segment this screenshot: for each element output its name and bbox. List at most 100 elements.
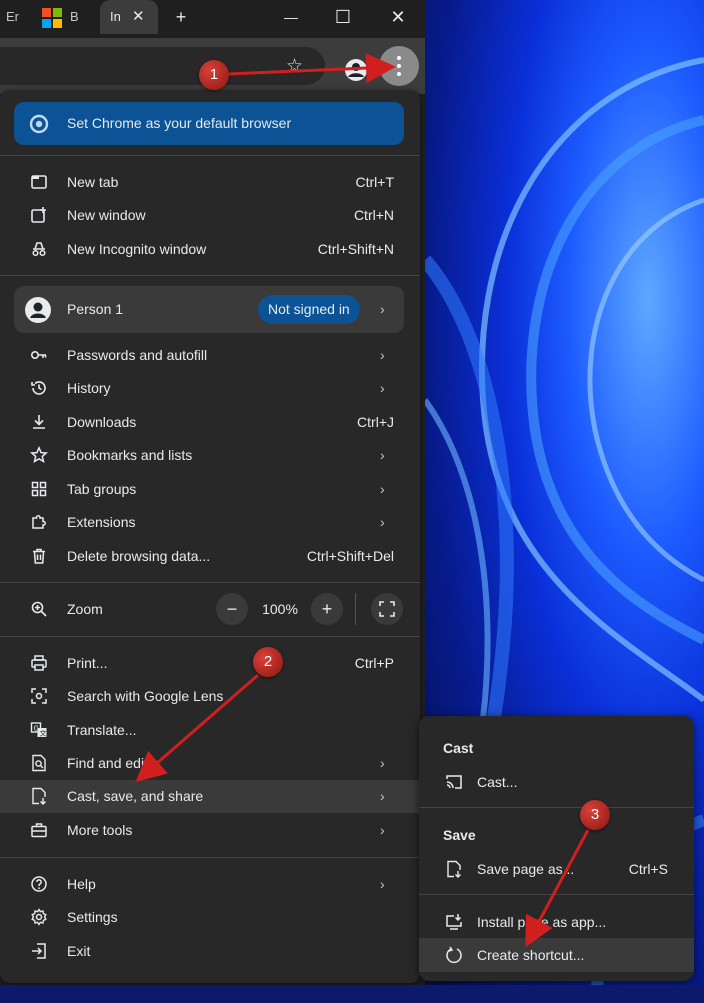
menu-item-delete-browsing-data[interactable]: Delete browsing data... Ctrl+Shift+Del — [0, 540, 420, 573]
address-bar[interactable]: ☆ — [0, 47, 325, 85]
menu-item-settings[interactable]: Settings — [0, 901, 420, 934]
kebab-dot — [397, 72, 401, 76]
cast-icon — [445, 773, 463, 791]
maximize-button[interactable]: ☐ — [328, 4, 358, 30]
tab-strip: Er B In ✕ + — ☐ ✕ — [0, 0, 425, 38]
menu-item-new-incognito[interactable]: New Incognito window Ctrl+Shift+N — [0, 233, 420, 266]
menu-divider — [0, 857, 420, 858]
tab-1[interactable]: Er — [0, 0, 30, 34]
menu-divider — [0, 582, 420, 583]
zoom-level: 100% — [262, 601, 298, 617]
fullscreen-icon — [379, 601, 395, 617]
menu-item-label: Translate... — [67, 722, 137, 738]
exit-icon — [30, 942, 48, 960]
new-window-icon — [30, 206, 48, 224]
menu-item-history[interactable]: History › — [0, 372, 420, 405]
fullscreen-button[interactable] — [371, 593, 403, 625]
microsoft-logo-icon — [42, 7, 62, 28]
chevron-right-icon: › — [380, 876, 385, 892]
menu-item-help[interactable]: Help › — [0, 868, 420, 901]
profile-row[interactable]: Person 1 Not signed in › — [14, 286, 404, 333]
chrome-menu-button[interactable] — [379, 46, 419, 86]
trash-icon — [30, 547, 48, 565]
key-icon — [30, 346, 48, 364]
tab-1-title: Er — [6, 9, 19, 24]
kebab-dot — [397, 56, 401, 60]
submenu-item-cast[interactable]: Cast... — [419, 765, 694, 799]
menu-item-label: New tab — [67, 174, 119, 190]
submenu-item-create-shortcut[interactable]: Create shortcut... — [419, 938, 694, 972]
tab-close-icon[interactable]: ✕ — [132, 0, 145, 34]
zoom-label: Zoom — [67, 601, 103, 617]
menu-item-label: Cast, save, and share — [67, 788, 204, 804]
menu-item-new-tab[interactable]: New tab Ctrl+T — [0, 166, 420, 199]
translate-icon: G文 — [30, 721, 48, 739]
zoom-in-button[interactable]: + — [311, 593, 343, 625]
step-callout-2: 2 — [253, 647, 283, 677]
chrome-logo-icon — [29, 114, 49, 139]
tab-3-title: In — [110, 9, 121, 24]
submenu-item-install-app[interactable]: Install page as app... — [419, 905, 694, 939]
menu-item-shortcut: Ctrl+N — [353, 207, 394, 223]
zoom-divider — [355, 593, 356, 625]
menu-item-shortcut: Ctrl+T — [355, 174, 395, 190]
menu-item-exit[interactable]: Exit — [0, 935, 420, 968]
profile-button[interactable] — [344, 58, 368, 82]
chevron-right-icon: › — [380, 822, 385, 838]
menu-item-label: More tools — [67, 822, 133, 838]
menu-item-passwords[interactable]: Passwords and autofill › — [0, 339, 420, 372]
menu-item-label: Passwords and autofill — [67, 347, 208, 363]
menu-item-cast-save-share[interactable]: Cast, save, and share › — [0, 780, 420, 813]
submenu-divider — [419, 894, 694, 895]
download-icon — [30, 413, 48, 431]
menu-item-label: Extensions — [67, 514, 136, 530]
menu-item-label: Exit — [67, 943, 91, 959]
menu-item-shortcut: Ctrl+Shift+Del — [306, 548, 394, 564]
menu-item-downloads[interactable]: Downloads Ctrl+J — [0, 406, 420, 439]
menu-item-tab-groups[interactable]: Tab groups › — [0, 473, 420, 506]
tab-2[interactable]: B — [38, 0, 96, 34]
menu-item-shortcut: Ctrl+Shift+N — [317, 241, 394, 257]
menu-item-extensions[interactable]: Extensions › — [0, 506, 420, 539]
toolbox-icon — [30, 821, 48, 839]
menu-item-label: Bookmarks and lists — [67, 447, 193, 463]
menu-item-new-window[interactable]: New window Ctrl+N — [0, 199, 420, 232]
tab-3-active[interactable]: In ✕ — [100, 0, 158, 34]
menu-item-google-lens[interactable]: Search with Google Lens — [0, 680, 420, 713]
menu-divider — [0, 636, 420, 637]
zoom-out-button[interactable]: − — [216, 593, 248, 625]
step-callout-3: 3 — [580, 800, 610, 830]
lens-icon — [30, 687, 48, 705]
menu-item-label: New window — [67, 207, 146, 223]
menu-item-label: Find and edit — [67, 755, 148, 771]
menu-divider — [0, 155, 420, 156]
chevron-right-icon: › — [380, 755, 385, 771]
new-tab-button[interactable]: + — [166, 4, 196, 30]
menu-item-label: Delete browsing data... — [67, 548, 211, 564]
default-browser-banner[interactable]: Set Chrome as your default browser — [14, 102, 404, 145]
chevron-right-icon: › — [380, 514, 385, 530]
menu-item-translate[interactable]: G文 Translate... — [0, 714, 420, 747]
shortcut-icon — [445, 946, 463, 964]
menu-item-more-tools[interactable]: More tools › — [0, 814, 420, 847]
menu-item-find-and-edit[interactable]: Find and edit › — [0, 747, 420, 780]
close-window-button[interactable]: ✕ — [383, 4, 413, 30]
gear-icon — [30, 908, 48, 926]
submenu-item-label: Install page as app... — [477, 914, 607, 930]
find-icon — [30, 754, 48, 772]
default-browser-label: Set Chrome as your default browser — [67, 115, 292, 131]
menu-item-label: History — [67, 380, 111, 396]
incognito-icon — [30, 240, 48, 258]
menu-item-print[interactable]: Print... Ctrl+P — [0, 647, 420, 680]
submenu-divider — [419, 807, 694, 808]
bookmark-star-icon[interactable]: ☆ — [286, 55, 303, 78]
minimize-button[interactable]: — — [276, 4, 306, 30]
save-page-icon — [445, 860, 463, 878]
menu-item-bookmarks[interactable]: Bookmarks and lists › — [0, 439, 420, 472]
submenu-item-save-page[interactable]: Save page as... Ctrl+S — [419, 852, 694, 886]
menu-item-label: Help — [67, 876, 96, 892]
signin-status-badge: Not signed in — [258, 295, 360, 324]
menu-item-label: Search with Google Lens — [67, 688, 224, 704]
chevron-right-icon: › — [380, 788, 385, 804]
menu-item-label: Tab groups — [67, 481, 137, 497]
